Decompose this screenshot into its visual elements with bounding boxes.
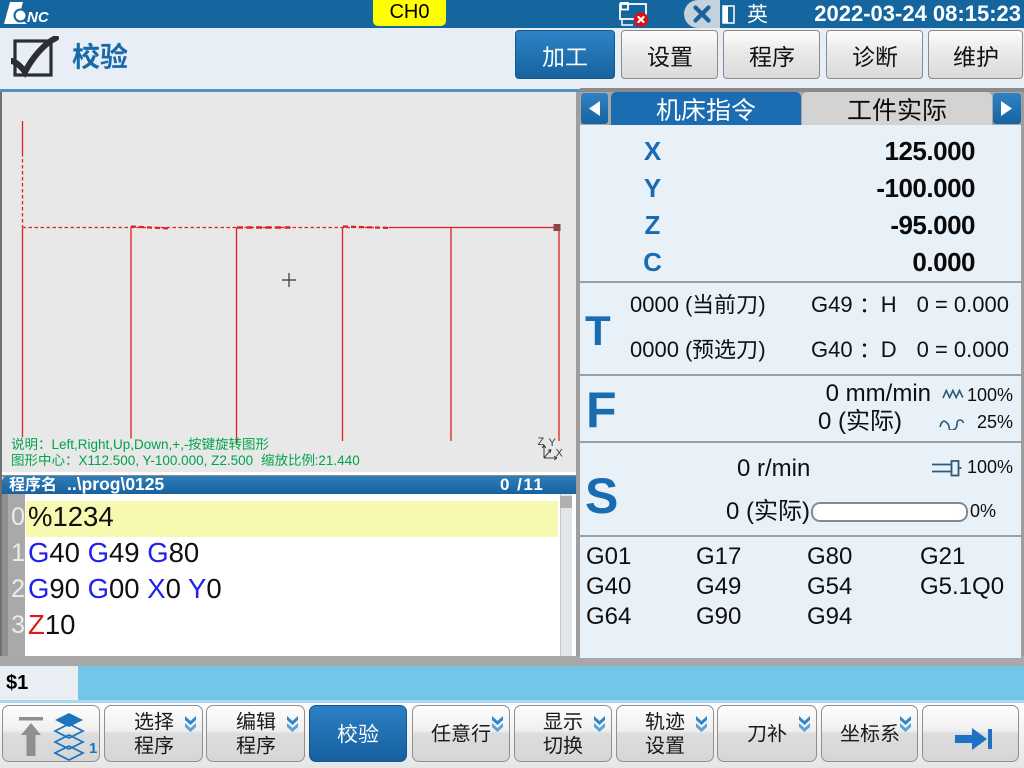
svg-text:Z: Z <box>538 436 545 448</box>
svg-text:NC: NC <box>27 9 50 26</box>
svg-text:X: X <box>556 448 564 460</box>
